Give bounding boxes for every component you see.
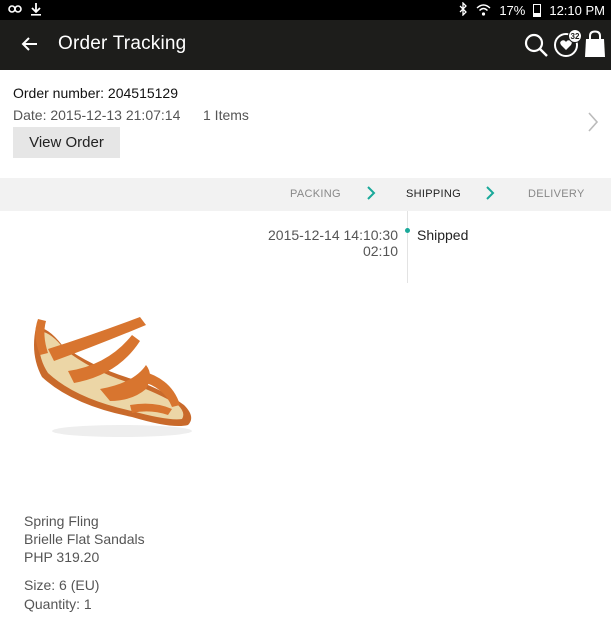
step-arrow-icon [366,185,376,201]
download-icon [30,2,42,20]
product-quantity: Quantity: 1 [24,596,92,612]
timeline-dot [405,228,410,233]
step-packing: PACKING [290,188,341,200]
product-name[interactable]: Brielle Flat Sandals [24,531,145,547]
step-delivery: DELIVERY [528,188,585,200]
step-arrow-icon [485,185,495,201]
wishlist-count-badge: 32 [568,29,582,43]
bluetooth-icon [458,1,468,19]
product-image[interactable] [22,305,198,445]
page-title: Order Tracking [58,33,187,54]
timeline-date: 2015-12-14 14:10:30 [268,227,398,243]
timeline-time: 02:10 [362,243,398,259]
chevron-right-icon[interactable] [586,110,600,134]
order-date: Date: 2015-12-13 21:07:14 [13,107,181,123]
step-shipping: SHIPPING [406,188,461,200]
product-brand: Spring Fling [24,513,99,529]
search-icon[interactable] [523,32,549,58]
wishlist-button[interactable]: 32 [553,29,582,59]
app-bar: Order Tracking 32 [0,20,611,70]
status-bar: 17% 12:10 PM [0,0,611,20]
product-price: PHP 319.20 [24,549,100,565]
shopping-bag-icon[interactable] [583,30,607,58]
order-summary[interactable]: Order number: 204515129 Date: 2015-12-13… [0,70,611,178]
wifi-icon [476,3,491,19]
back-arrow-icon[interactable] [18,32,42,56]
timeline-status: Shipped [417,227,469,243]
product-size: Size: 6 (EU) [24,577,100,593]
link-icon [8,2,22,20]
timeline-divider [407,211,408,283]
battery-percent: 17% [499,3,526,18]
battery-icon [533,4,542,17]
order-item-count: 1 Items [203,107,249,123]
order-number: Order number: 204515129 [13,85,178,101]
tracking-steps: PACKING SHIPPING DELIVERY [0,178,611,211]
view-order-button[interactable]: View Order [13,127,120,158]
clock: 12:10 PM [549,3,605,18]
